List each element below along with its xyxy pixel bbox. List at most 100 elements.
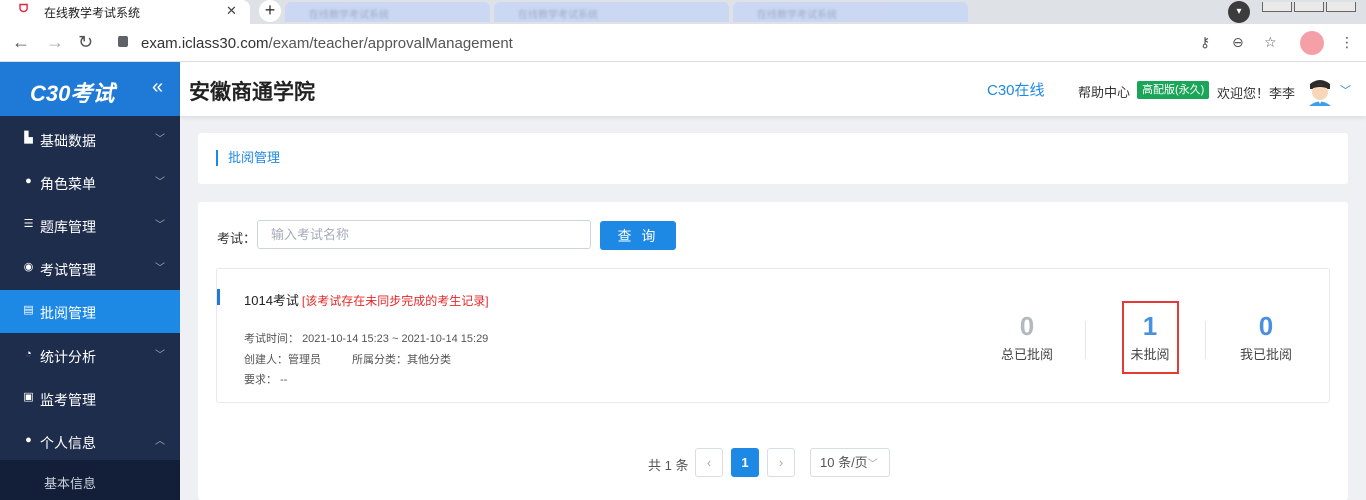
welcome-text: 欢迎您！李李 bbox=[1217, 86, 1296, 101]
stat-label: 总已批阅 bbox=[1000, 347, 1053, 362]
profile-avatar[interactable] bbox=[1300, 31, 1324, 55]
sidebar-item-label: 角色菜单 bbox=[40, 176, 96, 192]
chevron-down-icon[interactable]: ﹀ bbox=[1340, 82, 1351, 98]
help-center-link[interactable]: 帮助中心 bbox=[1078, 82, 1130, 101]
chevron-down-icon: ﹀ bbox=[155, 177, 165, 188]
sidebar-subitem-basic-info[interactable]: 基本信息 bbox=[0, 460, 180, 500]
stat-value: 0 bbox=[1258, 311, 1274, 341]
new-tab-button[interactable]: + bbox=[259, 0, 281, 22]
url-path: /exam/teacher/approvalManagement bbox=[268, 35, 513, 52]
sidebar-item-question-bank[interactable]: ☰ 题库管理 ﹀ bbox=[0, 204, 180, 247]
c30-favicon-icon: ᗜ bbox=[19, 3, 29, 15]
tab-title: 在线教学考试系统 bbox=[518, 10, 598, 21]
tab-close-icon[interactable]: ✕ bbox=[226, 3, 237, 19]
breadcrumb-card: 批阅管理 bbox=[198, 133, 1348, 184]
sidebar-item-label: 题库管理 bbox=[40, 219, 96, 235]
search-label: 考试： bbox=[217, 231, 257, 246]
tab-title: 在线教学考试系统 bbox=[44, 6, 141, 20]
pagination-total: 共 1 条 bbox=[648, 458, 689, 473]
minimize-button[interactable] bbox=[1262, 2, 1292, 12]
category-value: 其他分类 bbox=[407, 354, 451, 366]
lock-icon bbox=[118, 36, 128, 47]
pie-chart-icon: ◔ bbox=[25, 348, 32, 360]
sidebar-item-approval-management[interactable]: ▤ 批阅管理 bbox=[0, 290, 180, 333]
exam-sync-warning: [该考试存在未同步完成的考生记录] bbox=[301, 294, 489, 308]
requirement-label: 要求： bbox=[244, 374, 277, 386]
main-panel: 考试： 查 询 1014考试[该考试存在未同步完成的考生记录] 考试时间： 20… bbox=[198, 202, 1348, 500]
sidebar-item-basic-data[interactable]: ▙ 基础数据 ﹀ bbox=[0, 118, 180, 161]
creator-value: 管理员 bbox=[288, 354, 321, 366]
sidebar-subitem-label: 基本信息 bbox=[44, 476, 97, 491]
browser-tab[interactable]: 在线教学考试系统 bbox=[733, 2, 968, 22]
next-page-button[interactable]: › bbox=[767, 448, 795, 477]
monitor-icon: ▣ bbox=[23, 391, 34, 403]
sidebar-item-label: 批阅管理 bbox=[40, 305, 96, 321]
exam-card[interactable]: 1014考试 [该考试存在未同步完成的考生记录] 考试时间： 2021-10-14… bbox=[216, 268, 1330, 403]
prev-page-button[interactable]: ‹ bbox=[695, 448, 723, 477]
zoom-icon[interactable]: ⊖ bbox=[1232, 34, 1244, 51]
stat-label: 我已批阅 bbox=[1239, 347, 1292, 362]
sidebar-item-personal-info[interactable]: ● 个人信息 ︿ bbox=[0, 420, 180, 463]
user-avatar[interactable] bbox=[1307, 78, 1333, 106]
sidebar-item-label: 个人信息 bbox=[40, 435, 96, 451]
c30-online-link[interactable]: C30在线 bbox=[987, 79, 1045, 100]
stat-value: 0 bbox=[1019, 311, 1035, 341]
stat-my-reviewed: 0 我已批阅 bbox=[1211, 312, 1321, 363]
close-window-button[interactable] bbox=[1326, 2, 1356, 12]
logo: C30考试 bbox=[30, 81, 115, 106]
exam-time-value: 2021-10-14 15:23 ~ 2021-10-14 15:29 bbox=[302, 333, 489, 345]
sidebar-item-label: 考试管理 bbox=[40, 262, 96, 278]
browser-tab-active[interactable]: ᗜ 在线教学考试系统 ✕ bbox=[0, 0, 250, 24]
requirement-value: -- bbox=[280, 374, 288, 386]
page-size-select[interactable]: 10 条/页﹀ bbox=[810, 448, 890, 477]
stat-divider bbox=[1085, 321, 1086, 359]
tab-search-icon[interactable]: ▾ bbox=[1228, 1, 1250, 23]
exam-name: 1014考试 bbox=[244, 293, 299, 308]
sidebar-item-invigilation[interactable]: ▣ 监考管理 bbox=[0, 377, 180, 420]
creator-label: 创建人： bbox=[244, 354, 288, 366]
chevron-down-icon: ﹀ bbox=[155, 350, 165, 361]
sidebar-item-exam-management[interactable]: ◉ 考试管理 ﹀ bbox=[0, 247, 180, 290]
org-name: 安徽商通学院 bbox=[189, 81, 315, 104]
page-size-value: 10 条/页 bbox=[820, 455, 868, 470]
browser-tab-bar: ᗜ 在线教学考试系统 ✕ + 在线教学考试系统 在线教学考试系统 在线教学考试系… bbox=[0, 0, 1366, 24]
sidebar-item-statistics[interactable]: ◔ 统计分析 ﹀ bbox=[0, 334, 180, 377]
exam-search-input[interactable] bbox=[257, 220, 591, 249]
bookmark-star-icon[interactable]: ☆ bbox=[1264, 34, 1277, 51]
browser-tab[interactable]: 在线教学考试系统 bbox=[494, 2, 729, 22]
list-icon: ☰ bbox=[23, 218, 34, 230]
collapse-sidebar-icon[interactable]: « bbox=[152, 76, 163, 99]
location-pin-icon: ◉ bbox=[23, 261, 34, 273]
exam-category: 所属分类：其他分类 bbox=[352, 351, 451, 367]
chevron-down-icon: ﹀ bbox=[155, 263, 165, 274]
sidebar-item-role-menu[interactable]: ● 角色菜单 ﹀ bbox=[0, 161, 180, 204]
reload-icon[interactable]: ↻ bbox=[78, 33, 93, 51]
url-host: exam.iclass30.com bbox=[141, 35, 269, 52]
user-icon: ● bbox=[25, 175, 32, 187]
query-button[interactable]: 查 询 bbox=[600, 221, 676, 250]
chevron-down-icon: ﹀ bbox=[155, 134, 165, 145]
back-arrow-icon[interactable]: ← bbox=[12, 33, 30, 51]
key-icon[interactable]: ⚷ bbox=[1200, 34, 1210, 51]
maximize-button[interactable] bbox=[1294, 2, 1324, 12]
tab-title: 在线教学考试系统 bbox=[309, 10, 389, 21]
category-label: 所属分类： bbox=[352, 354, 407, 366]
document-icon: ▤ bbox=[23, 304, 34, 316]
page-button-current[interactable]: 1 bbox=[731, 448, 759, 477]
window-controls[interactable] bbox=[1262, 0, 1366, 12]
forward-arrow-icon[interactable]: → bbox=[46, 33, 64, 51]
person-icon: ● bbox=[25, 434, 32, 446]
exam-time: 考试时间： 2021-10-14 15:23 ~ 2021-10-14 15:2… bbox=[244, 330, 488, 346]
logo-area: C30考试 « bbox=[0, 62, 180, 116]
exam-title[interactable]: 1014考试 [该考试存在未同步完成的考生记录] bbox=[244, 290, 489, 309]
exam-requirement: 要求： -- bbox=[244, 371, 287, 387]
sidebar-item-label: 基础数据 bbox=[40, 133, 96, 149]
browser-tab[interactable]: 在线教学考试系统 bbox=[285, 2, 490, 22]
url-field[interactable]: exam.iclass30.com/exam/teacher/approvalM… bbox=[141, 35, 513, 52]
bar-chart-icon: ▙ bbox=[24, 132, 33, 144]
tab-title: 在线教学考试系统 bbox=[757, 10, 837, 21]
chevron-up-icon: ︿ bbox=[155, 436, 165, 447]
menu-dots-icon[interactable]: ⋮ bbox=[1340, 34, 1354, 51]
breadcrumb: 批阅管理 bbox=[216, 150, 280, 166]
sidebar: C30考试 « ▙ 基础数据 ﹀ ● 角色菜单 ﹀ ☰ 题库管理 ﹀ ◉ 考试管理 ﹀ ▤ 批阅管… bbox=[0, 62, 180, 500]
